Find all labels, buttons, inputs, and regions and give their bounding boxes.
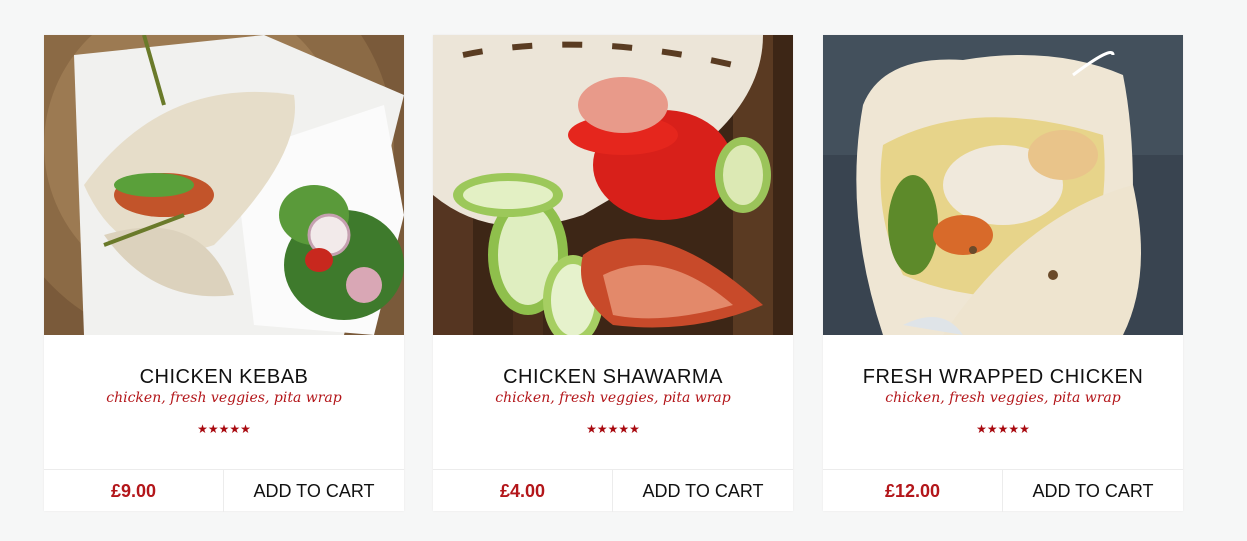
product-footer: £12.00 ADD TO CART — [823, 469, 1183, 512]
product-footer: £9.00 ADD TO CART — [44, 469, 404, 512]
product-image[interactable] — [44, 35, 404, 335]
product-card: CHICKEN SHAWARMA chicken, fresh veggies,… — [433, 35, 793, 512]
product-title[interactable]: CHICKEN KEBAB — [44, 366, 404, 388]
rating-stars: ★★★★★ — [586, 422, 640, 436]
product-price: £9.00 — [44, 470, 224, 512]
product-description: chicken, fresh veggies, pita wrap — [885, 390, 1121, 406]
product-title[interactable]: FRESH WRAPPED CHICKEN — [823, 366, 1183, 388]
product-image[interactable] — [433, 35, 793, 335]
rating-stars: ★★★★★ — [976, 422, 1030, 436]
product-price: £12.00 — [823, 470, 1003, 512]
add-to-cart-button[interactable]: ADD TO CART — [224, 470, 404, 512]
product-price: £4.00 — [433, 470, 613, 512]
rating-stars: ★★★★★ — [197, 422, 251, 436]
product-description: chicken, fresh veggies, pita wrap — [495, 390, 731, 406]
product-image[interactable] — [823, 35, 1183, 335]
product-card: CHICKEN KEBAB chicken, fresh veggies, pi… — [44, 35, 404, 512]
product-description: chicken, fresh veggies, pita wrap — [106, 390, 342, 406]
add-to-cart-button[interactable]: ADD TO CART — [613, 470, 793, 512]
product-title[interactable]: CHICKEN SHAWARMA — [433, 366, 793, 388]
add-to-cart-button[interactable]: ADD TO CART — [1003, 470, 1183, 512]
product-footer: £4.00 ADD TO CART — [433, 469, 793, 512]
product-card: FRESH WRAPPED CHICKEN chicken, fresh veg… — [823, 35, 1183, 512]
